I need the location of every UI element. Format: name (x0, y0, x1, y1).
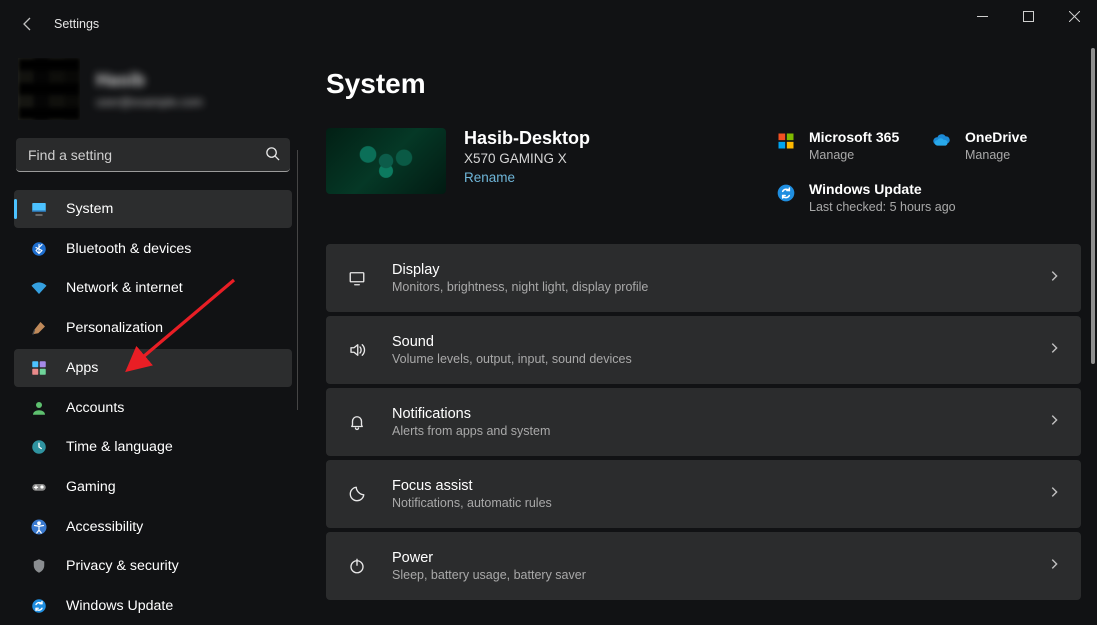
minimize-button[interactable] (959, 0, 1005, 32)
sidebar-item-bluetooth[interactable]: Bluetooth & devices (14, 230, 292, 268)
sidebar-item-accounts[interactable]: Accounts (14, 389, 292, 427)
accessibility-icon (30, 518, 48, 536)
device-model: X570 GAMING X (464, 151, 590, 166)
card-title: Sound (392, 334, 632, 350)
tile-sub: Last checked: 5 hours ago (809, 200, 956, 214)
back-button[interactable] (12, 8, 44, 40)
display-icon (346, 267, 368, 289)
sidebar-item-label: Bluetooth & devices (66, 241, 191, 257)
sidebar-item-label: Windows Update (66, 598, 173, 614)
card-sub: Monitors, brightness, night light, displ… (392, 280, 648, 294)
tile-title: Microsoft 365 (809, 128, 899, 146)
sidebar-item-label: Personalization (66, 320, 163, 336)
search-icon (265, 146, 280, 166)
sidebar-item-label: Privacy & security (66, 558, 179, 574)
card-sound[interactable]: Sound Volume levels, output, input, sound… (326, 316, 1081, 384)
power-icon (346, 555, 368, 577)
chevron-right-icon (1047, 413, 1061, 432)
user-profile[interactable]: Hasib user@example.com (18, 58, 292, 120)
chevron-right-icon (1047, 485, 1061, 504)
sidebar-item-label: Accounts (66, 400, 124, 416)
sidebar-item-time[interactable]: Time & language (14, 428, 292, 466)
sidebar-item-label: Time & language (66, 439, 173, 455)
page-title: System (326, 68, 1081, 100)
sidebar-item-label: System (66, 201, 113, 217)
card-sub: Sleep, battery usage, battery saver (392, 568, 586, 582)
sidebar-item-label: Apps (66, 360, 98, 376)
sidebar-item-privacy[interactable]: Privacy & security (14, 548, 292, 586)
user-email: user@example.com (96, 95, 203, 109)
card-sub: Notifications, automatic rules (392, 496, 552, 510)
user-name: Hasib (96, 70, 203, 91)
card-title: Focus assist (392, 478, 552, 494)
maximize-button[interactable] (1005, 0, 1051, 32)
sound-icon (346, 339, 368, 361)
chevron-right-icon (1047, 269, 1061, 288)
card-title: Display (392, 262, 648, 278)
tile-title: Windows Update (809, 180, 956, 198)
shield-icon (30, 557, 48, 575)
sidebar-item-accessibility[interactable]: Accessibility (14, 508, 292, 546)
tile-sub: Manage (809, 148, 899, 162)
ms365-icon (775, 130, 797, 152)
tile-m365[interactable]: Microsoft 365 Manage (775, 128, 925, 162)
sidebar-item-label: Network & internet (66, 280, 183, 296)
rename-link[interactable]: Rename (464, 170, 515, 185)
gamepad-icon (30, 478, 48, 496)
bell-icon (346, 411, 368, 433)
card-power[interactable]: Power Sleep, battery usage, battery saver (326, 532, 1081, 600)
onedrive-icon (931, 130, 953, 152)
card-sub: Volume levels, output, input, sound devi… (392, 352, 632, 366)
brush-icon (30, 319, 48, 337)
card-notifications[interactable]: Notifications Alerts from apps and system (326, 388, 1081, 456)
divider (297, 0, 298, 625)
window-title: Settings (54, 17, 99, 31)
card-display[interactable]: Display Monitors, brightness, night light… (326, 244, 1081, 312)
person-icon (30, 399, 48, 417)
tile-winupdate[interactable]: Windows Update Last checked: 5 hours ago (775, 180, 1081, 214)
sync-icon (30, 597, 48, 615)
clock-icon (30, 438, 48, 456)
sidebar-item-personalization[interactable]: Personalization (14, 309, 292, 347)
sync-badge-icon (775, 182, 797, 204)
chevron-right-icon (1047, 557, 1061, 576)
apps-icon (30, 359, 48, 377)
sidebar-item-label: Gaming (66, 479, 116, 495)
device-thumbnail (326, 128, 446, 194)
device-name: Hasib-Desktop (464, 128, 590, 149)
card-title: Power (392, 550, 586, 566)
sidebar-item-system[interactable]: System (14, 190, 292, 228)
search-input[interactable] (16, 138, 290, 172)
sidebar-item-update[interactable]: Windows Update (14, 587, 292, 625)
sidebar-item-network[interactable]: Network & internet (14, 269, 292, 307)
bluetooth-icon (30, 240, 48, 258)
tile-title: OneDrive (965, 128, 1027, 146)
close-button[interactable] (1051, 0, 1097, 32)
monitor-icon (30, 200, 48, 218)
sidebar-item-label: Accessibility (66, 519, 143, 535)
tile-sub: Manage (965, 148, 1027, 162)
sidebar-item-gaming[interactable]: Gaming (14, 468, 292, 506)
card-sub: Alerts from apps and system (392, 424, 550, 438)
tile-onedrive[interactable]: OneDrive Manage (931, 128, 1081, 162)
card-title: Notifications (392, 406, 550, 422)
avatar (18, 58, 80, 120)
sidebar-item-apps[interactable]: Apps (14, 349, 292, 387)
wifi-icon (30, 279, 48, 297)
card-focus[interactable]: Focus assist Notifications, automatic rul… (326, 460, 1081, 528)
moon-icon (346, 483, 368, 505)
chevron-right-icon (1047, 341, 1061, 360)
